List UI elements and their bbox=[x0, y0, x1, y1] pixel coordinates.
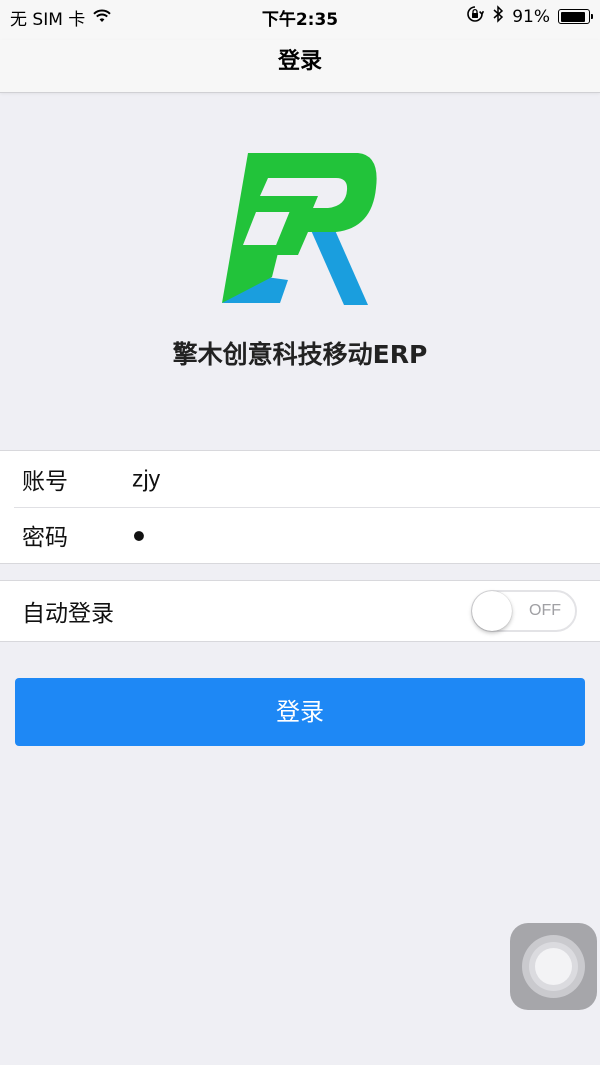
account-label: 账号 bbox=[22, 469, 68, 495]
page-title: 登录 bbox=[277, 49, 322, 74]
assistive-touch-icon bbox=[522, 935, 585, 998]
rotation-lock-icon bbox=[466, 5, 485, 28]
account-field[interactable]: zjy bbox=[132, 466, 552, 493]
auto-login-group: 自动登录 OFF bbox=[0, 580, 600, 642]
password-field[interactable]: ● bbox=[132, 522, 552, 549]
battery-percent: 91% bbox=[512, 6, 550, 27]
battery-icon bbox=[558, 9, 593, 24]
status-bar: 无 SIM 卡 下午2:35 91% bbox=[0, 0, 600, 40]
battery-fill bbox=[560, 11, 585, 22]
login-button[interactable]: 登录 bbox=[15, 678, 585, 746]
auto-login-label: 自动登录 bbox=[22, 601, 114, 627]
credentials-group: 账号 zjy 密码 ● bbox=[0, 450, 600, 564]
password-row: 密码 ● bbox=[0, 507, 600, 563]
erp-logo bbox=[218, 150, 383, 305]
password-label: 密码 bbox=[22, 525, 68, 551]
nav-bar: 登录 bbox=[0, 40, 600, 93]
bluetooth-icon bbox=[492, 5, 504, 28]
account-row: 账号 zjy bbox=[0, 451, 600, 507]
status-right: 91% bbox=[466, 5, 593, 28]
assistive-touch-button[interactable] bbox=[510, 923, 597, 1010]
auto-login-row: 自动登录 OFF bbox=[0, 581, 600, 641]
toggle-knob bbox=[472, 591, 512, 631]
auto-login-toggle[interactable]: OFF bbox=[471, 590, 577, 632]
toggle-state-label: OFF bbox=[529, 602, 561, 619]
app-name: 擎木创意科技移动ERP bbox=[172, 340, 428, 369]
